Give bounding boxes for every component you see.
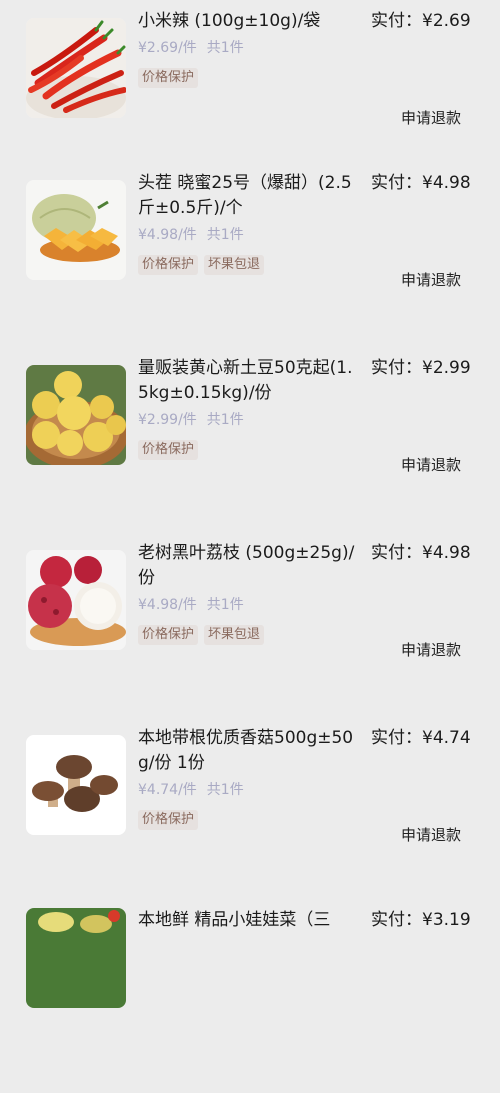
paid-value: ¥4.98 (422, 543, 471, 563)
product-block[interactable]: 本地带根优质香菇500g±50g/份 1份 ¥4.74/件 共1件 价格保护 (138, 726, 360, 830)
service-tags: 价格保护 坏果包退 (138, 621, 360, 645)
tag-bad-fruit-refund: 坏果包退 (204, 255, 265, 275)
paid-value: ¥3.19 (422, 910, 471, 930)
paid-label: 实付： (371, 11, 422, 31)
unit-price: ¥2.69/件 (138, 40, 197, 56)
tag-price-protection: 价格保护 (138, 625, 199, 645)
price-qty: ¥4.74/件 共1件 (138, 780, 360, 800)
product-title[interactable]: 老树黑叶荔枝 (500g±25g)/份 (138, 541, 360, 591)
unit-price: ¥2.99/件 (138, 412, 197, 428)
unit-price: ¥4.98/件 (138, 597, 197, 613)
quantity: 共1件 (206, 40, 244, 56)
product-block[interactable]: 老树黑叶荔枝 (500g±25g)/份 ¥4.98/件 共1件 价格保护 坏果包退 (138, 541, 360, 645)
product-image-mushroom[interactable] (26, 735, 126, 835)
paid-label: 实付： (371, 173, 422, 193)
price-qty: ¥2.99/件 共1件 (138, 410, 360, 430)
product-image-chili[interactable] (26, 18, 126, 118)
tag-price-protection: 价格保护 (138, 68, 199, 88)
order-item[interactable]: 本地带根优质香菇500g±50g/份 1份 ¥4.74/件 共1件 价格保护 实付… (0, 726, 500, 911)
product-image-cabbage[interactable] (26, 908, 126, 1008)
price-qty: ¥4.98/件 共1件 (138, 595, 360, 615)
order-item[interactable]: 小米辣 (100g±10g)/袋 ¥2.69/件 共1件 价格保护 实付：¥2.6… (0, 9, 500, 194)
order-item[interactable]: 本地鲜 精品小娃娃菜（三 实付：¥3.19 (0, 908, 500, 1093)
product-image-potato[interactable] (26, 365, 126, 465)
quantity: 共1件 (206, 227, 244, 243)
paid-label: 实付： (371, 728, 422, 748)
product-image-melon[interactable] (26, 180, 126, 280)
product-title[interactable]: 量贩装黄心新土豆50克起(1.5kg±0.15kg)/份 (138, 356, 360, 406)
paid-amount: 实付：¥4.74 (371, 726, 471, 751)
product-block[interactable]: 量贩装黄心新土豆50克起(1.5kg±0.15kg)/份 ¥2.99/件 共1件 … (138, 356, 360, 460)
service-tags: 价格保护 (138, 806, 360, 830)
paid-amount: 实付：¥2.69 (371, 9, 471, 34)
price-qty: ¥4.98/件 共1件 (138, 225, 360, 245)
request-refund-button[interactable]: 申请退款 (401, 107, 461, 129)
tag-price-protection: 价格保护 (138, 440, 199, 460)
unit-price: ¥4.98/件 (138, 227, 197, 243)
price-qty: ¥2.69/件 共1件 (138, 38, 360, 58)
request-refund-button[interactable]: 申请退款 (401, 269, 461, 291)
paid-value: ¥4.74 (422, 728, 471, 748)
paid-value: ¥4.98 (422, 173, 471, 193)
paid-amount: 实付：¥4.98 (371, 171, 471, 196)
service-tags: 价格保护 坏果包退 (138, 251, 360, 275)
quantity: 共1件 (206, 782, 244, 798)
product-block[interactable]: 头茬 晓蜜25号（爆甜）(2.5斤±0.5斤)/个 ¥4.98/件 共1件 价格保… (138, 171, 360, 275)
paid-label: 实付： (371, 910, 422, 930)
product-image-lychee[interactable] (26, 550, 126, 650)
service-tags: 价格保护 (138, 436, 360, 460)
paid-amount: 实付：¥3.19 (371, 908, 471, 933)
paid-value: ¥2.99 (422, 358, 471, 378)
order-item[interactable]: 老树黑叶荔枝 (500g±25g)/份 ¥4.98/件 共1件 价格保护 坏果包退 … (0, 541, 500, 726)
quantity: 共1件 (206, 597, 244, 613)
paid-label: 实付： (371, 543, 422, 563)
product-title[interactable]: 小米辣 (100g±10g)/袋 (138, 9, 360, 34)
paid-label: 实付： (371, 358, 422, 378)
product-title[interactable]: 本地带根优质香菇500g±50g/份 1份 (138, 726, 360, 776)
paid-amount: 实付：¥4.98 (371, 541, 471, 566)
paid-value: ¥2.69 (422, 11, 471, 31)
product-block[interactable]: 本地鲜 精品小娃娃菜（三 (138, 908, 360, 933)
tag-price-protection: 价格保护 (138, 255, 199, 275)
product-block[interactable]: 小米辣 (100g±10g)/袋 ¥2.69/件 共1件 价格保护 (138, 9, 360, 88)
product-title[interactable]: 本地鲜 精品小娃娃菜（三 (138, 908, 360, 933)
request-refund-button[interactable]: 申请退款 (401, 824, 461, 846)
request-refund-button[interactable]: 申请退款 (401, 454, 461, 476)
tag-bad-fruit-refund: 坏果包退 (204, 625, 265, 645)
quantity: 共1件 (206, 412, 244, 428)
product-title[interactable]: 头茬 晓蜜25号（爆甜）(2.5斤±0.5斤)/个 (138, 171, 360, 221)
paid-amount: 实付：¥2.99 (371, 356, 471, 381)
tag-price-protection: 价格保护 (138, 810, 199, 830)
order-item[interactable]: 量贩装黄心新土豆50克起(1.5kg±0.15kg)/份 ¥2.99/件 共1件 … (0, 356, 500, 541)
service-tags: 价格保护 (138, 64, 360, 88)
unit-price: ¥4.74/件 (138, 782, 197, 798)
order-item[interactable]: 头茬 晓蜜25号（爆甜）(2.5斤±0.5斤)/个 ¥4.98/件 共1件 价格保… (0, 171, 500, 356)
request-refund-button[interactable]: 申请退款 (401, 639, 461, 661)
